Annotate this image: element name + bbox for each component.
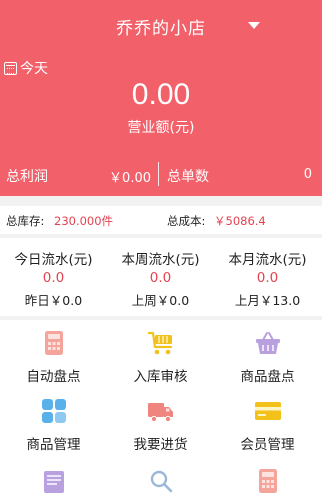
flow-previous: 上周￥0.0 [131,293,190,308]
orders-value: 0 [303,167,312,182]
flow-today[interactable]: 今日流水(元) 0.0 昨日￥0.0 [0,238,107,316]
today-label: 今天 [20,61,48,77]
flow-value: 0.0 [42,270,65,286]
menu-label: 自动盘点 [26,369,81,385]
menu-product-management[interactable]: 商品管理 [0,388,107,454]
flow-value: 0.0 [256,270,279,286]
stock-value: 230.000件 [54,214,114,228]
flow-title: 今日流水(元) [14,252,93,268]
today-filter[interactable]: 今天 [4,58,48,78]
inventory-summary: 总库存: 230.000件 总成本: ￥5086.4 [0,206,322,234]
calculator-icon [40,329,68,357]
header-divider [158,162,159,186]
flow-title: 本月流水(元) [228,252,307,268]
cart-icon [147,329,175,357]
menu-member-management[interactable]: 会员管理 [214,388,321,454]
calendar-icon [4,61,17,75]
menu-label: 我要进货 [133,437,188,453]
flow-value: 0.0 [149,270,172,286]
menu-auto-inventory[interactable]: 自动盘点 [0,320,107,386]
sales-label: 营业额(元) [127,120,195,136]
menu-row3-item-2[interactable] [107,458,214,502]
menu-purchase[interactable]: 我要进货 [107,388,214,454]
truck-icon [147,397,175,425]
grid-icon [40,397,68,425]
basket-icon [254,329,282,357]
menu-row3-item-1[interactable] [0,458,107,502]
calculator-icon [254,467,282,495]
stock-label: 总库存: [6,214,45,228]
profit-label: 总利润 [6,169,48,185]
orders-label: 总单数 [167,169,209,185]
function-grid: 自动盘点 入库审核 商品盘点 商品管理 我要进货 会员管理 [0,320,322,502]
document-icon [40,467,68,495]
flow-previous: 上月￥13.0 [234,293,301,308]
header-panel: 乔乔的小店 今天 0.00 营业额(元) 总利润 ￥0.00 总单数 0 [0,0,322,196]
flow-previous: 昨日￥0.0 [24,293,83,308]
profit-value: ￥0.00 [109,171,151,186]
sales-value: 0.00 [131,78,191,111]
card-icon [254,397,282,425]
menu-stock-in-review[interactable]: 入库审核 [107,320,214,386]
menu-label: 入库审核 [133,369,188,385]
cost-value: ￥5086.4 [214,214,266,228]
menu-label: 会员管理 [240,437,295,453]
menu-label: 商品盘点 [240,369,295,385]
caret-down-icon[interactable] [248,22,260,29]
flow-title: 本周流水(元) [121,252,200,268]
menu-label: 商品管理 [26,437,81,453]
flow-month[interactable]: 本月流水(元) 0.0 上月￥13.0 [214,238,321,316]
store-name-dropdown[interactable]: 乔乔的小店 [0,14,322,39]
cash-flow-panel: 今日流水(元) 0.0 昨日￥0.0 本周流水(元) 0.0 上周￥0.0 本月… [0,238,322,316]
search-icon [147,467,175,495]
menu-row3-item-3[interactable] [214,458,321,502]
menu-product-inventory[interactable]: 商品盘点 [214,320,321,386]
flow-week[interactable]: 本周流水(元) 0.0 上周￥0.0 [107,238,214,316]
cost-label: 总成本: [167,214,206,228]
